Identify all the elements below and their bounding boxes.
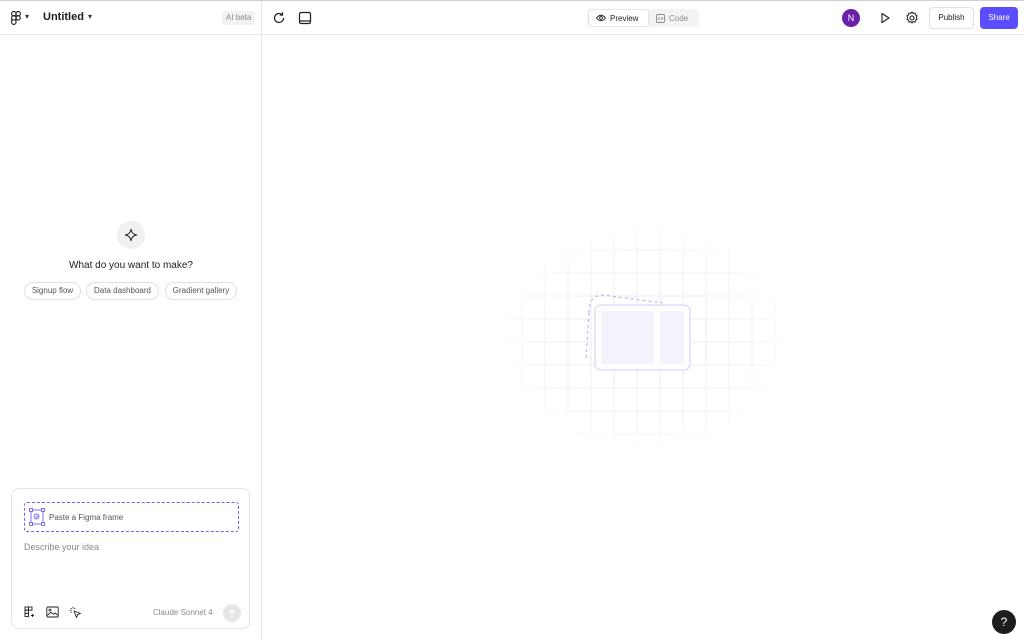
tab-preview[interactable]: Preview <box>589 10 648 26</box>
describe-idea-input[interactable]: Describe your idea <box>24 542 99 552</box>
file-header: ▾ Untitled ▾ AI beta <box>0 1 262 35</box>
eye-icon <box>596 14 606 22</box>
send-button[interactable] <box>223 604 241 622</box>
tab-code[interactable]: Code <box>656 10 696 26</box>
layout-icon <box>298 11 312 25</box>
prompt-composer: Paste a Figma frame Describe your idea C… <box>11 488 250 629</box>
prompt-title: What do you want to make? <box>69 260 193 271</box>
figma-insert-icon <box>24 606 34 618</box>
play-icon <box>881 12 890 24</box>
suggestion-chip-data-dashboard[interactable]: Data dashboard <box>86 282 159 300</box>
top-bar: ▾ Untitled ▾ AI beta Preview Code N Publ… <box>0 1 1024 35</box>
chevron-down-icon[interactable]: ▾ <box>88 12 92 21</box>
insert-figma-design-button[interactable] <box>23 605 37 619</box>
gear-icon <box>906 11 918 24</box>
sparkle-badge <box>117 221 145 249</box>
help-button[interactable]: ? <box>992 610 1016 634</box>
model-selector[interactable]: Claude Sonnet 4 <box>153 608 213 617</box>
preview-canvas <box>263 35 1024 640</box>
sparkle-icon <box>124 228 138 242</box>
play-button[interactable] <box>877 10 893 26</box>
figma-logo-icon[interactable] <box>11 11 22 25</box>
select-cursor-icon <box>69 606 81 618</box>
settings-button[interactable] <box>904 10 920 26</box>
view-mode-toggle: Preview Code <box>587 9 699 27</box>
arrow-up-icon <box>228 608 236 617</box>
refresh-icon <box>273 12 285 24</box>
figma-frame-icon <box>29 508 45 526</box>
attach-image-button[interactable] <box>45 605 59 619</box>
code-icon <box>656 13 665 23</box>
suggestion-chip-gradient-gallery[interactable]: Gradient gallery <box>165 282 237 300</box>
paste-frame-label: Paste a Figma frame <box>49 513 124 522</box>
chevron-down-icon[interactable]: ▾ <box>25 12 29 21</box>
document-title[interactable]: Untitled <box>43 11 84 23</box>
tab-preview-label: Preview <box>610 13 639 23</box>
tab-code-label: Code <box>669 13 689 23</box>
ai-beta-badge: AI beta <box>222 11 256 25</box>
paste-figma-frame-dropzone[interactable]: Paste a Figma frame <box>24 502 239 532</box>
chat-panel: What do you want to make? Signup flow Da… <box>0 35 262 640</box>
avatar[interactable]: N <box>842 9 860 27</box>
image-icon <box>45 606 59 618</box>
suggestion-chip-signup-flow[interactable]: Signup flow <box>24 282 81 300</box>
publish-button[interactable]: Publish <box>929 7 974 29</box>
layout-toggle-button[interactable] <box>297 10 313 26</box>
select-element-button[interactable] <box>68 605 82 619</box>
refresh-button[interactable] <box>271 10 287 26</box>
share-button[interactable]: Share <box>980 7 1018 29</box>
empty-state-illustration <box>493 221 793 455</box>
